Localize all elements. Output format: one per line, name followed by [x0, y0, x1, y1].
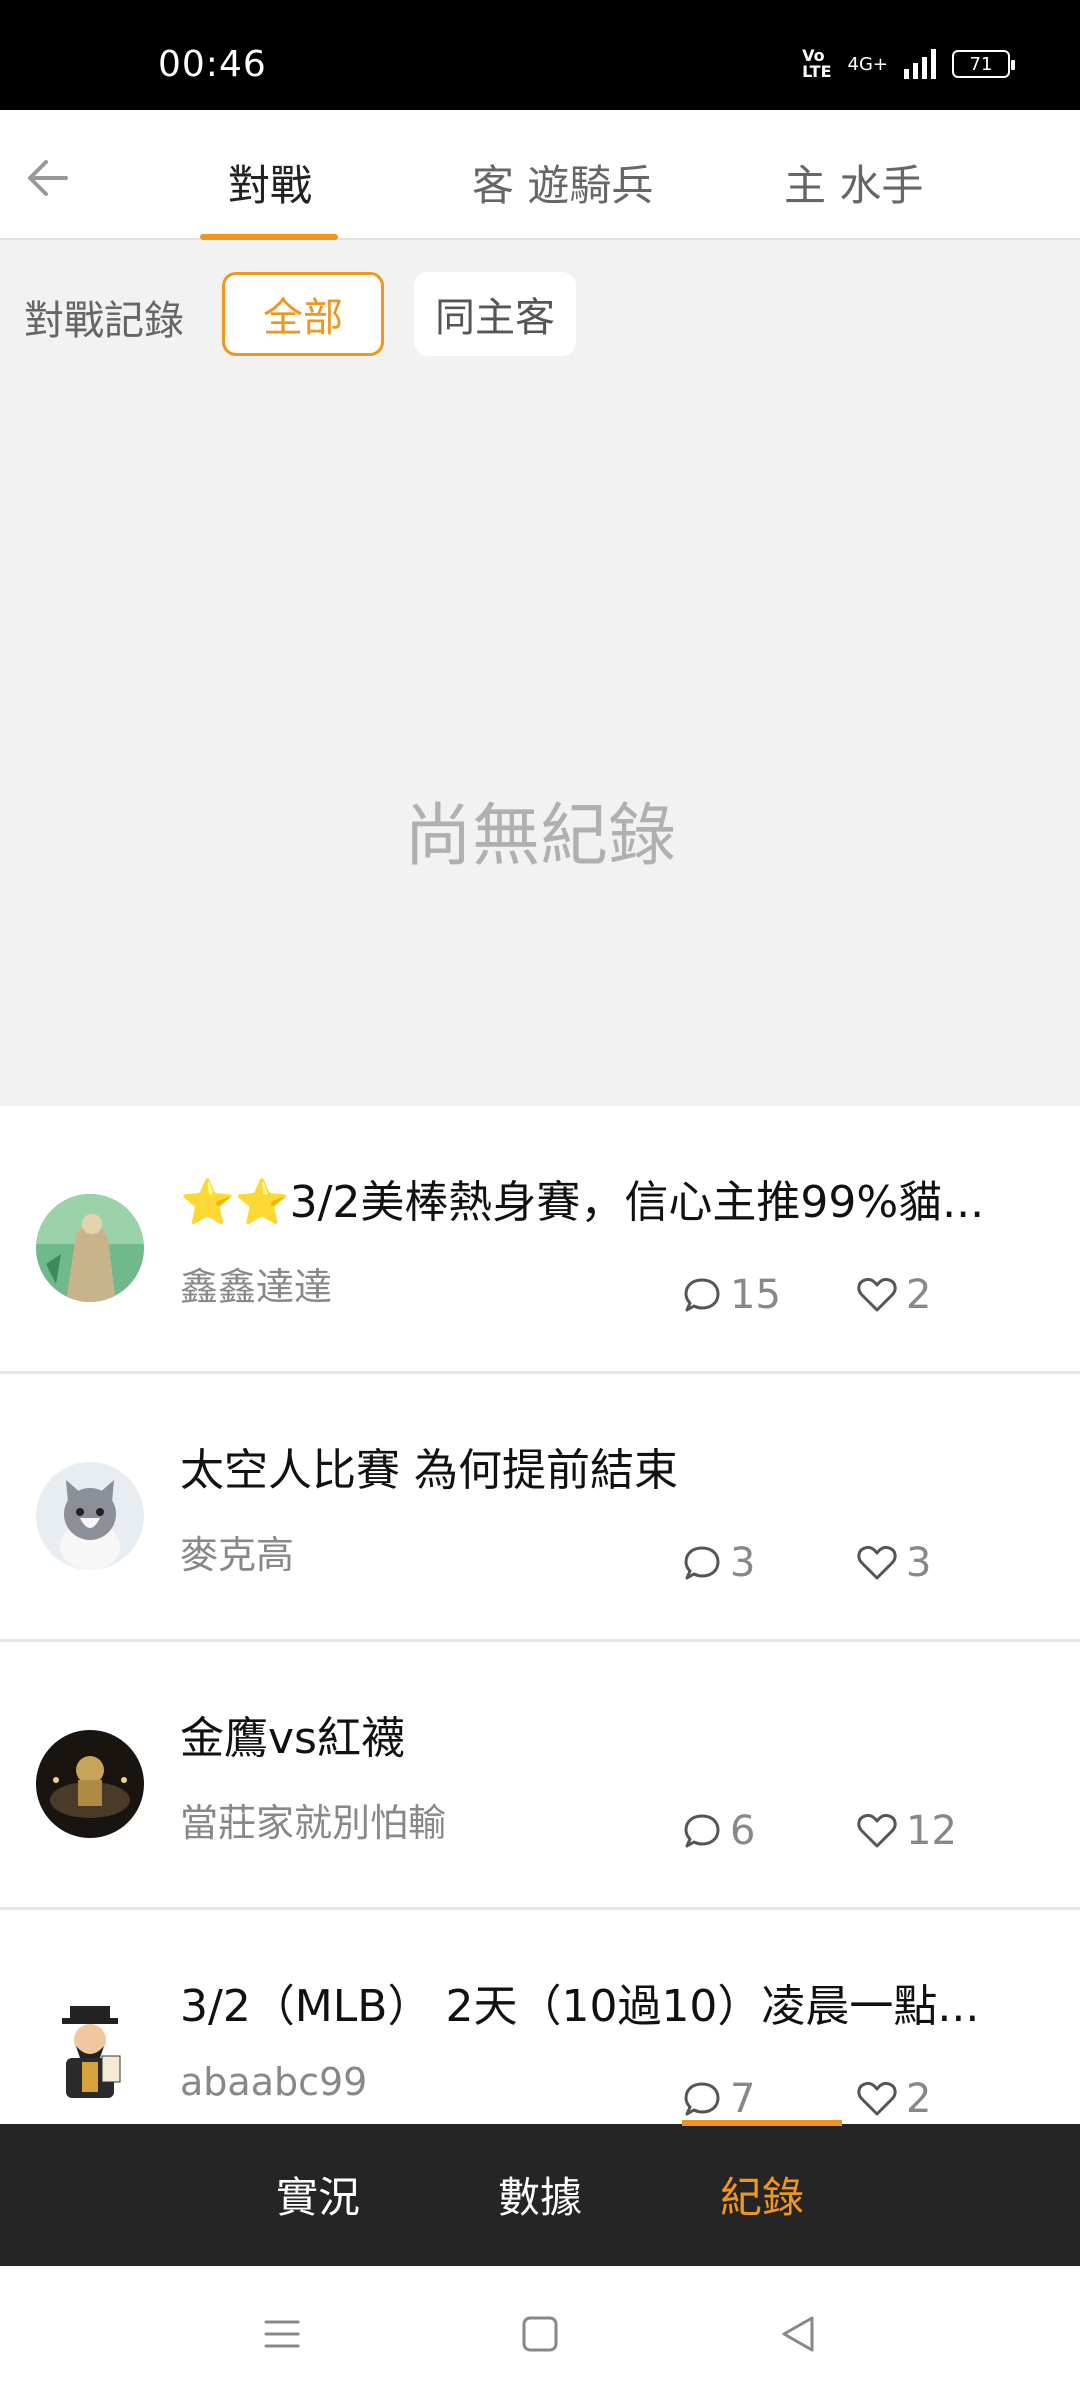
post-author[interactable]: 麥克高 — [180, 1524, 294, 1579]
like-count: 3 — [856, 1540, 931, 1586]
comment-icon — [684, 2082, 720, 2116]
like-count-value: 3 — [906, 1540, 932, 1586]
comment-count-value: 7 — [730, 2076, 756, 2122]
heart-icon — [857, 1277, 897, 1312]
heart-icon — [857, 1813, 897, 1848]
status-bar: 00:46 Vo LTE 4G+ 71 — [0, 0, 1080, 110]
comment-count: 15 — [682, 1272, 781, 1318]
matchup-records-section: 對戰記錄 全部 同主客 尚無紀錄 — [0, 240, 1080, 1106]
comment-icon — [684, 1814, 720, 1848]
nav-live[interactable]: 實況 — [276, 2164, 360, 2225]
battery-icon: 71 — [952, 50, 1015, 78]
bottom-nav-active-indicator — [682, 2120, 842, 2126]
network-label: 4G+ — [847, 53, 888, 75]
system-navigation-bar — [0, 2266, 1080, 2400]
back-arrow-icon[interactable] — [20, 150, 76, 206]
like-count-value: 12 — [906, 1808, 957, 1854]
comment-count: 6 — [682, 1808, 755, 1854]
heart-icon — [857, 2081, 897, 2116]
tab-home-mariners[interactable]: 主 水手 — [784, 152, 923, 213]
post-author[interactable]: 當莊家就別怕輸 — [180, 1792, 446, 1847]
menu-icon[interactable] — [258, 2310, 306, 2358]
battery-level: 71 — [969, 53, 993, 75]
list-item[interactable]: ⭐⭐3/2美棒熱身賽，信心主推99%貓... 鑫鑫達達 15 2 — [0, 1106, 1080, 1374]
post-author[interactable]: 鑫鑫達達 — [180, 1256, 332, 1311]
status-time: 00:46 — [158, 44, 267, 85]
comment-count-value: 15 — [730, 1272, 781, 1318]
avatar[interactable] — [36, 1462, 144, 1570]
signal-icon — [904, 49, 936, 79]
list-item[interactable]: 3/2（MLB） 2天（10過10）凌晨一點... abaabc99 7 2 — [0, 1910, 1080, 2124]
avatar[interactable] — [36, 1194, 144, 1302]
match-tabs-header: 對戰 客 遊騎兵 主 水手 — [0, 110, 1080, 240]
avatar[interactable] — [36, 1998, 144, 2106]
filter-label: 對戰記錄 — [24, 298, 184, 344]
like-count: 2 — [856, 2076, 931, 2122]
volte-icon: Vo LTE — [802, 46, 832, 81]
post-title[interactable]: 金鷹vs紅襪 — [180, 1702, 1040, 1766]
list-item[interactable]: 金鷹vs紅襪 當莊家就別怕輸 6 12 — [0, 1642, 1080, 1910]
status-icons: Vo LTE 4G+ 71 — [802, 46, 1015, 81]
tab-away-rangers[interactable]: 客 遊騎兵 — [472, 152, 653, 213]
like-count-value: 2 — [906, 2076, 932, 2122]
like-count: 12 — [856, 1808, 957, 1854]
back-triangle-icon[interactable] — [774, 2310, 822, 2358]
like-count-value: 2 — [906, 1272, 932, 1318]
avatar[interactable] — [36, 1730, 144, 1838]
post-list: ⭐⭐3/2美棒熱身賽，信心主推99%貓... 鑫鑫達達 15 2 太空人比賽 為… — [0, 1106, 1080, 2124]
list-item[interactable]: 太空人比賽 為何提前結束 麥克高 3 3 — [0, 1374, 1080, 1642]
nav-stats[interactable]: 數據 — [498, 2164, 582, 2225]
post-title[interactable]: 太空人比賽 為何提前結束 — [180, 1434, 1040, 1498]
post-author[interactable]: abaabc99 — [180, 2060, 367, 2104]
filter-chip-same-home-away[interactable]: 同主客 — [414, 272, 576, 356]
home-square-icon[interactable] — [516, 2310, 564, 2358]
comment-count-value: 3 — [730, 1540, 756, 1586]
heart-icon — [857, 1545, 897, 1580]
comment-count: 3 — [682, 1540, 755, 1586]
bottom-navigation: 實況 數據 紀錄 — [0, 2120, 1080, 2266]
empty-state-message: 尚無紀錄 — [403, 797, 676, 876]
tab-matchup[interactable]: 對戰 — [228, 152, 312, 213]
comment-count: 7 — [682, 2076, 755, 2122]
comment-icon — [684, 1278, 720, 1312]
nav-records[interactable]: 紀錄 — [720, 2164, 804, 2225]
filter-chip-all[interactable]: 全部 — [222, 272, 384, 356]
comment-count-value: 6 — [730, 1808, 756, 1854]
post-title[interactable]: ⭐⭐3/2美棒熱身賽，信心主推99%貓... — [180, 1166, 1040, 1230]
comment-icon — [684, 1546, 720, 1580]
like-count: 2 — [856, 1272, 931, 1318]
post-title[interactable]: 3/2（MLB） 2天（10過10）凌晨一點... — [180, 1970, 1040, 2034]
